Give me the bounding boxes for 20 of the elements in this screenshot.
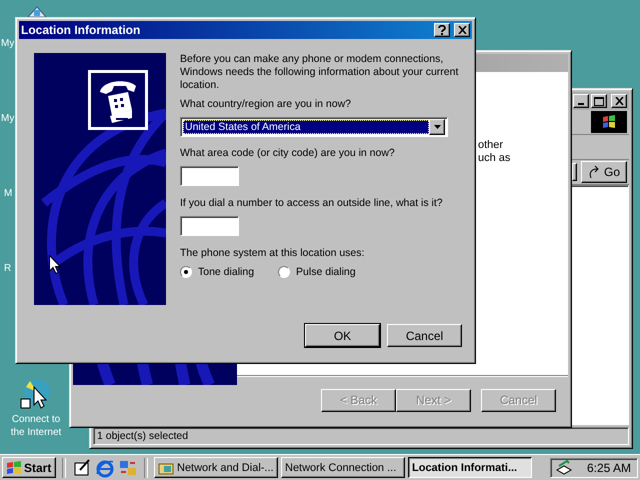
clock: 6:25 AM <box>587 460 632 474</box>
dialing-radio[interactable]: Tone dialing <box>180 266 254 278</box>
wizard-text: other <box>478 139 504 152</box>
country-dropdown[interactable]: United States of America <box>180 117 448 137</box>
wizard-text: uch as <box>478 152 512 165</box>
taskbar-button[interactable]: Network and Dial-... <box>154 457 278 478</box>
window-title: Location Information <box>21 23 142 37</box>
dialog-button[interactable]: Cancel <box>387 324 462 347</box>
taskbar-button[interactable]: Network Connection ... <box>281 457 405 478</box>
dialog-button[interactable]: OK <box>305 324 380 347</box>
outside-line-label: If you dial a number to access an outside line, what is it? <box>180 197 444 210</box>
area-code-label: What area code (or city code) are you in now? <box>180 147 396 160</box>
go-button[interactable]: Go <box>580 161 627 183</box>
taskbar-button[interactable]: Location Informati... <box>408 457 532 478</box>
intro-text: Before you can make any phone or modem connections, Windows needs the following information about your current location. <box>180 53 460 92</box>
country-label: What country/region are you in now? <box>180 98 352 111</box>
status-bar: 1 object(s) selected <box>93 427 629 445</box>
phone-system-label: The phone system at this location uses: <box>180 247 366 260</box>
dialing-radio[interactable]: Pulse dialing <box>278 266 356 278</box>
start-button[interactable]: Start <box>2 457 56 478</box>
